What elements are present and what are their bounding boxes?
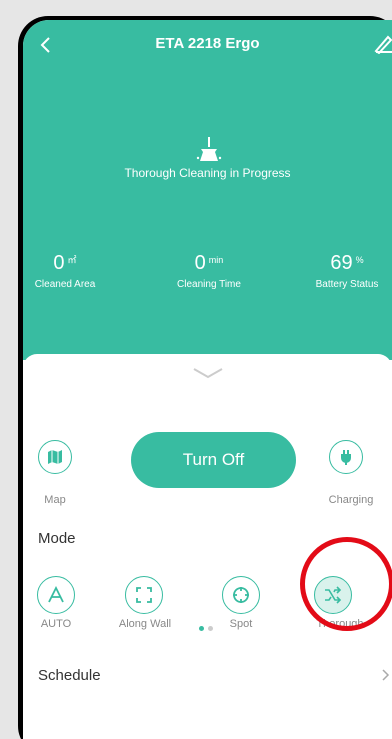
mode-title: Mode [38, 530, 76, 547]
cleaning-status: Thorough Cleaning in Progress [124, 166, 291, 180]
cleaning-time-unit: min [208, 254, 224, 265]
chevron-right-icon[interactable] [381, 668, 391, 682]
along-wall-icon [136, 587, 152, 603]
battery-unit: % [355, 254, 364, 265]
broom-icon [196, 137, 222, 161]
spot-icon [233, 587, 249, 603]
map-button[interactable] [38, 440, 72, 474]
map-icon [48, 450, 62, 464]
cleaning-time-label: Cleaning Time [177, 279, 241, 290]
stat-cleaned-area: 0 ㎡ Cleaned Area [27, 252, 103, 290]
mode-spot-label: Spot [229, 618, 253, 630]
mode-along-wall-button[interactable] [125, 576, 163, 614]
mode-along-wall-label: Along Wall [118, 618, 172, 630]
schedule-label[interactable]: Schedule [38, 667, 101, 684]
highlight-circle [300, 537, 392, 631]
charging-button[interactable] [329, 440, 363, 474]
stat-battery: 69% Battery Status [302, 252, 392, 290]
charging-label: Charging [328, 494, 374, 506]
app-screen: ETA 2218 Ergo Thorough Cleaning in Progr… [23, 20, 392, 739]
page-dot-active [199, 626, 204, 631]
stat-cleaning-time: 0 min Cleaning Time [165, 252, 253, 290]
edit-icon[interactable] [373, 32, 392, 54]
mode-spot-button[interactable] [222, 576, 260, 614]
battery-label: Battery Status [315, 279, 379, 290]
turn-off-button[interactable]: Turn Off [131, 432, 296, 488]
cleaned-area-label: Cleaned Area [34, 279, 96, 290]
cleaning-time-value: 0 [194, 252, 206, 274]
battery-value: 69 [330, 252, 353, 274]
map-label: Map [44, 494, 66, 506]
mode-auto-button[interactable] [37, 576, 75, 614]
status-panel: ETA 2218 Ergo Thorough Cleaning in Progr… [23, 20, 392, 360]
cleaned-area-unit: ㎡ [67, 254, 77, 265]
cleaned-area-value: 0 [53, 252, 65, 274]
page-title: ETA 2218 Ergo [155, 35, 260, 52]
plug-icon [341, 450, 351, 465]
mode-page-indicator [199, 626, 213, 631]
mode-auto-label: AUTO [40, 618, 72, 630]
chevron-down-icon[interactable] [191, 366, 225, 380]
page-dot [208, 626, 213, 631]
auto-icon [48, 586, 64, 603]
